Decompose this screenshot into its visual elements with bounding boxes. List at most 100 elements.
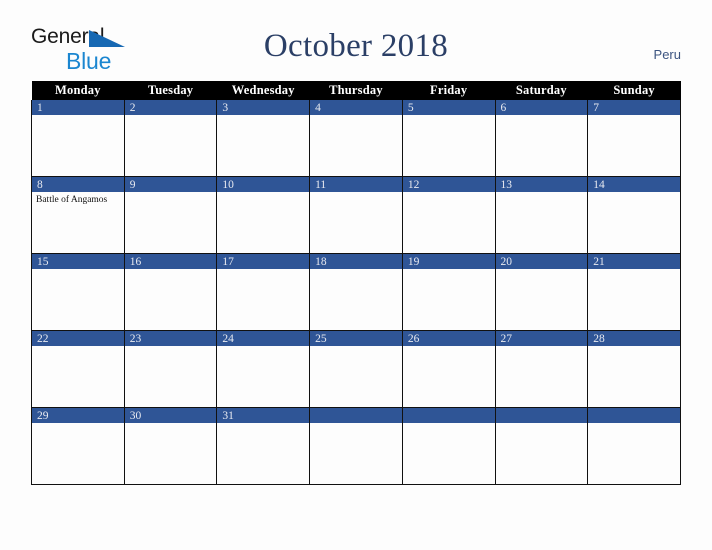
day-events: [310, 423, 402, 425]
calendar-week-row: 1234567: [31, 100, 681, 177]
day-number: 21: [588, 254, 680, 269]
day-number: 5: [402, 100, 495, 115]
day-number: 16: [124, 254, 217, 269]
event-label: Battle of Angamos: [36, 195, 108, 205]
calendar-day-cell[interactable]: 28: [587, 330, 681, 408]
calendar-day-cell[interactable]: 26: [401, 330, 496, 408]
calendar-day-cell[interactable]: 24: [216, 330, 311, 408]
day-number: 12: [402, 177, 495, 192]
calendar-day-cell[interactable]: 4: [309, 100, 403, 177]
calendar-week-row: 8 Battle of Angamos 9 10 11 12 13 14: [31, 176, 681, 254]
weekday-header-friday: Friday: [402, 81, 496, 100]
calendar-day-cell[interactable]: 23: [123, 330, 218, 408]
calendar-day-cell[interactable]: 18: [309, 253, 403, 331]
calendar-day-cell[interactable]: 17: [216, 253, 311, 331]
calendar-day-cell[interactable]: 11: [309, 176, 403, 254]
day-events: [403, 423, 495, 425]
calendar-header-row: Monday Tuesday Wednesday Thursday Friday Satu…: [31, 81, 681, 100]
day-events: Battle of Angamos: [32, 192, 124, 206]
calendar-empty-cell[interactable]: [587, 407, 681, 485]
calendar-day-cell[interactable]: 31: [216, 407, 311, 485]
weekday-header-saturday: Saturday: [495, 81, 588, 100]
day-number: [588, 408, 680, 423]
day-number: 23: [124, 331, 217, 346]
day-number: 29: [32, 408, 124, 423]
day-number: 15: [32, 254, 124, 269]
calendar-body: 1 2 3 4 5 6 7 8 Battle of Angamos 9 10 11 12 13 14 15 16…: [31, 100, 681, 485]
calendar-empty-cell[interactable]: [309, 407, 403, 485]
calendar-empty-cell[interactable]: [494, 407, 589, 485]
day-number: 2: [124, 100, 217, 115]
day-number: 9: [124, 177, 217, 192]
day-number: [495, 408, 588, 423]
calendar-day-cell[interactable]: 9: [123, 176, 218, 254]
weekday-header-thursday: Thursday: [309, 81, 403, 100]
calendar-day-cell[interactable]: 8 Battle of Angamos: [31, 176, 125, 254]
day-events: [496, 346, 588, 348]
day-number: 26: [402, 331, 495, 346]
calendar-grid: Monday Tuesday Wednesday Thursday Friday Satu…: [31, 81, 681, 485]
page-title: October 2018: [263, 28, 449, 64]
day-events: [32, 269, 124, 271]
calendar-day-cell[interactable]: 30: [123, 407, 218, 485]
day-events: [496, 115, 588, 117]
calendar-day-cell[interactable]: 19: [401, 253, 496, 331]
day-number: [310, 408, 402, 423]
day-events: [588, 192, 680, 194]
day-events: [496, 192, 588, 194]
day-events: [588, 346, 680, 348]
day-events: [310, 269, 402, 271]
calendar-day-cell[interactable]: 22: [31, 330, 125, 408]
day-events: [217, 192, 309, 194]
calendar-day-cell[interactable]: 16: [123, 253, 218, 331]
day-events: [496, 269, 588, 271]
calendar-week-row: 22 23 24 25 26 27 28: [31, 330, 681, 408]
calendar-day-cell[interactable]: 7: [587, 100, 681, 177]
day-number: 31: [217, 408, 310, 423]
calendar-day-cell[interactable]: 14: [587, 176, 681, 254]
day-events: [217, 346, 309, 348]
calendar-day-cell[interactable]: 15: [31, 253, 125, 331]
calendar-day-cell[interactable]: 27: [494, 330, 589, 408]
day-number: 10: [217, 177, 310, 192]
day-number: 1: [32, 100, 124, 115]
calendar-empty-cell[interactable]: [401, 407, 496, 485]
day-events: [217, 423, 309, 425]
day-number: 18: [310, 254, 402, 269]
calendar-day-cell[interactable]: 29: [31, 407, 125, 485]
day-events: [32, 423, 124, 425]
day-events: [588, 115, 680, 117]
day-events: [217, 269, 309, 271]
day-events: [403, 115, 495, 117]
day-number: 7: [588, 100, 680, 115]
calendar-day-cell[interactable]: 3: [216, 100, 311, 177]
calendar-day-cell[interactable]: 13: [494, 176, 589, 254]
day-number: 19: [402, 254, 495, 269]
day-number: 28: [588, 331, 680, 346]
day-events: [217, 115, 309, 117]
calendar-day-cell[interactable]: 2: [123, 100, 218, 177]
day-events: [403, 346, 495, 348]
calendar-day-cell[interactable]: 1: [31, 100, 125, 177]
country-label: Peru: [653, 47, 681, 62]
day-events: [125, 269, 217, 271]
calendar-day-cell[interactable]: 20: [494, 253, 589, 331]
day-number: 3: [217, 100, 310, 115]
day-events: [588, 423, 680, 425]
day-events: [32, 346, 124, 348]
calendar-day-cell[interactable]: 25: [309, 330, 403, 408]
day-events: [125, 423, 217, 425]
calendar-day-cell[interactable]: 12: [401, 176, 496, 254]
day-events: [403, 269, 495, 271]
calendar-day-cell[interactable]: 21: [587, 253, 681, 331]
day-number: 6: [495, 100, 588, 115]
calendar-day-cell[interactable]: 10: [216, 176, 311, 254]
calendar-week-row: 29 30 31: [31, 407, 681, 485]
day-events: [310, 192, 402, 194]
calendar-day-cell[interactable]: 6: [494, 100, 589, 177]
calendar-week-row: 15 16 17 18 19 20 21: [31, 253, 681, 331]
calendar-day-cell[interactable]: 5: [401, 100, 496, 177]
day-events: [403, 192, 495, 194]
day-events: [310, 115, 402, 117]
day-number: 4: [310, 100, 402, 115]
